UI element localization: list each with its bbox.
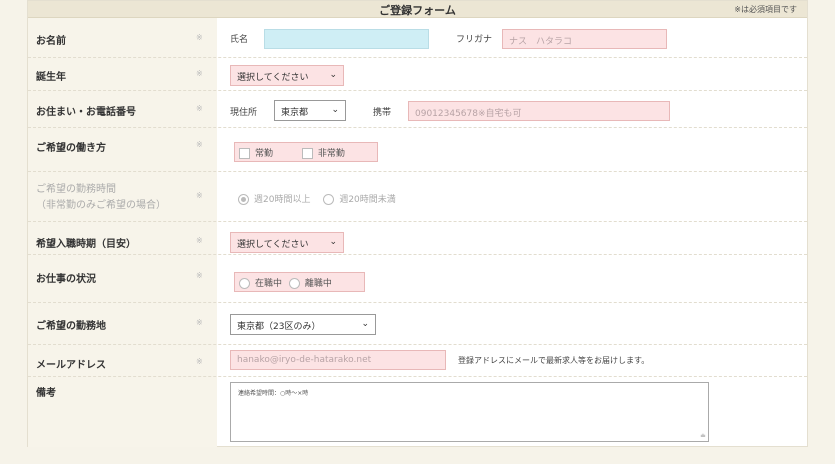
- current-address-label: 現住所: [230, 108, 258, 118]
- start-time-row-label: 希望入職時期（目安）: [36, 239, 136, 250]
- work-hours-options: 週20時間以上 週20時間未満: [238, 192, 396, 205]
- email-note: 登録アドレスにメールで最新求人等をお届けします。: [458, 356, 650, 365]
- work-style-row-label: ご希望の働き方: [36, 143, 106, 154]
- required-mark: ※: [196, 191, 203, 200]
- location-row-label: ご希望の勤務地: [36, 321, 106, 332]
- hours-over-20-option[interactable]: 週20時間以上: [238, 194, 311, 205]
- chevron-down-icon: ⌄: [329, 70, 337, 80]
- row-remarks: 備考 連絡希望時間：○時～×時 ≐: [28, 377, 807, 447]
- row-work-hours: ご希望の勤務時間 （非常勤のみご希望の場合） ※ 週20時間以上 週20時間未満: [28, 172, 807, 222]
- email-row-label: メールアドレス: [36, 360, 106, 371]
- form-title: ご登録フォーム: [379, 4, 456, 17]
- required-mark: ※: [196, 318, 203, 327]
- name-label: 氏名: [230, 35, 249, 45]
- fulltime-option[interactable]: 常勤: [239, 148, 274, 159]
- mobile-label: 携帯: [373, 108, 392, 118]
- job-status-row-label: お仕事の状況: [36, 274, 96, 285]
- email-placeholder: hanako@iryo-de-hatarako.net: [237, 355, 372, 365]
- chevron-down-icon: ⌄: [329, 237, 337, 247]
- hours-under-20-radio[interactable]: [323, 194, 335, 205]
- row-email: メールアドレス ※ hanako@iryo-de-hatarako.net 登録…: [28, 345, 807, 377]
- registration-form: ご登録フォーム ※は必須項目です お名前 ※ 氏名 フリガナ ナス ハタラコ 誕…: [27, 0, 808, 447]
- row-job-status: お仕事の状況 ※ 在職中 離職中: [28, 255, 807, 303]
- row-name: お名前 ※ 氏名 フリガナ ナス ハタラコ: [28, 18, 807, 58]
- row-start-time: 希望入職時期（目安） ※ 選択してください ⌄: [28, 222, 807, 255]
- required-mark: ※: [196, 140, 203, 149]
- row-location: ご希望の勤務地 ※ 東京都（23区のみ） ⌄: [28, 303, 807, 345]
- work-hours-label-line2: （非常勤のみご希望の場合）: [36, 200, 166, 211]
- unemployed-radio[interactable]: [288, 278, 300, 289]
- hours-under-20-option[interactable]: 週20時間未満: [323, 194, 396, 205]
- prefecture-select[interactable]: 東京都 ⌄: [274, 100, 346, 121]
- birth-year-row-label: 誕生年: [36, 72, 66, 83]
- required-mark: ※: [196, 69, 203, 78]
- name-row-label: お名前: [36, 36, 66, 47]
- start-time-select[interactable]: 選択してください ⌄: [230, 232, 344, 253]
- fulltime-label: 常勤: [255, 149, 274, 159]
- parttime-checkbox[interactable]: [301, 148, 313, 159]
- start-time-select-value: 選択してください: [237, 240, 309, 250]
- remarks-textarea[interactable]: 連絡希望時間：○時～×時 ≐: [230, 382, 709, 442]
- required-mark: ※: [196, 33, 203, 42]
- kana-placeholder: ナス ハタラコ: [509, 37, 573, 47]
- name-input[interactable]: [264, 29, 429, 49]
- phone-input[interactable]: 09012345678※自宅も可: [408, 101, 670, 121]
- employed-label: 在職中: [255, 279, 283, 289]
- form-header: ご登録フォーム ※は必須項目です: [28, 1, 807, 18]
- required-mark: ※: [196, 104, 203, 113]
- resize-grip-icon[interactable]: ≐: [700, 432, 706, 440]
- chevron-down-icon: ⌄: [331, 105, 339, 115]
- kana-input[interactable]: ナス ハタラコ: [502, 29, 667, 49]
- row-address: お住まい・お電話番号 ※ 現住所 東京都 ⌄ 携帯 09012345678※自宅…: [28, 91, 807, 128]
- row-birth-year: 誕生年 ※ 選択してください ⌄: [28, 58, 807, 91]
- birth-year-select[interactable]: 選択してください ⌄: [230, 65, 344, 86]
- unemployed-option[interactable]: 離職中: [288, 278, 332, 289]
- remarks-placeholder: 連絡希望時間：○時～×時: [238, 390, 309, 397]
- birth-year-select-value: 選択してください: [237, 73, 309, 83]
- email-input[interactable]: hanako@iryo-de-hatarako.net: [230, 350, 446, 370]
- hours-under-20-label: 週20時間未満: [339, 195, 396, 205]
- hours-over-20-radio[interactable]: [238, 194, 249, 205]
- chevron-down-icon: ⌄: [361, 319, 369, 329]
- location-select[interactable]: 東京都（23区のみ） ⌄: [230, 314, 376, 335]
- work-hours-label-line1: ご希望の勤務時間: [36, 184, 116, 195]
- unemployed-label: 離職中: [304, 279, 332, 289]
- parttime-option[interactable]: 非常勤: [301, 148, 345, 159]
- parttime-label: 非常勤: [317, 149, 345, 159]
- required-note: ※は必須項目です: [734, 5, 797, 14]
- employed-option[interactable]: 在職中: [239, 278, 283, 289]
- remarks-row-label: 備考: [36, 388, 56, 399]
- work-style-options: 常勤 非常勤: [234, 142, 378, 162]
- required-mark: ※: [196, 271, 203, 280]
- location-select-value: 東京都（23区のみ）: [237, 322, 321, 332]
- address-row-label: お住まい・お電話番号: [36, 107, 136, 118]
- required-mark: ※: [196, 357, 203, 366]
- job-status-options: 在職中 離職中: [234, 272, 365, 292]
- kana-label: フリガナ: [456, 35, 493, 45]
- employed-radio[interactable]: [239, 278, 250, 289]
- row-work-style: ご希望の働き方 ※ 常勤 非常勤: [28, 128, 807, 172]
- work-hours-row-label: ご希望の勤務時間 （非常勤のみご希望の場合）: [36, 182, 166, 214]
- fulltime-checkbox[interactable]: [239, 148, 250, 159]
- required-mark: ※: [196, 236, 203, 245]
- prefecture-select-value: 東京都: [281, 108, 309, 118]
- hours-over-20-label: 週20時間以上: [254, 195, 311, 205]
- phone-placeholder: 09012345678※自宅も可: [415, 109, 522, 119]
